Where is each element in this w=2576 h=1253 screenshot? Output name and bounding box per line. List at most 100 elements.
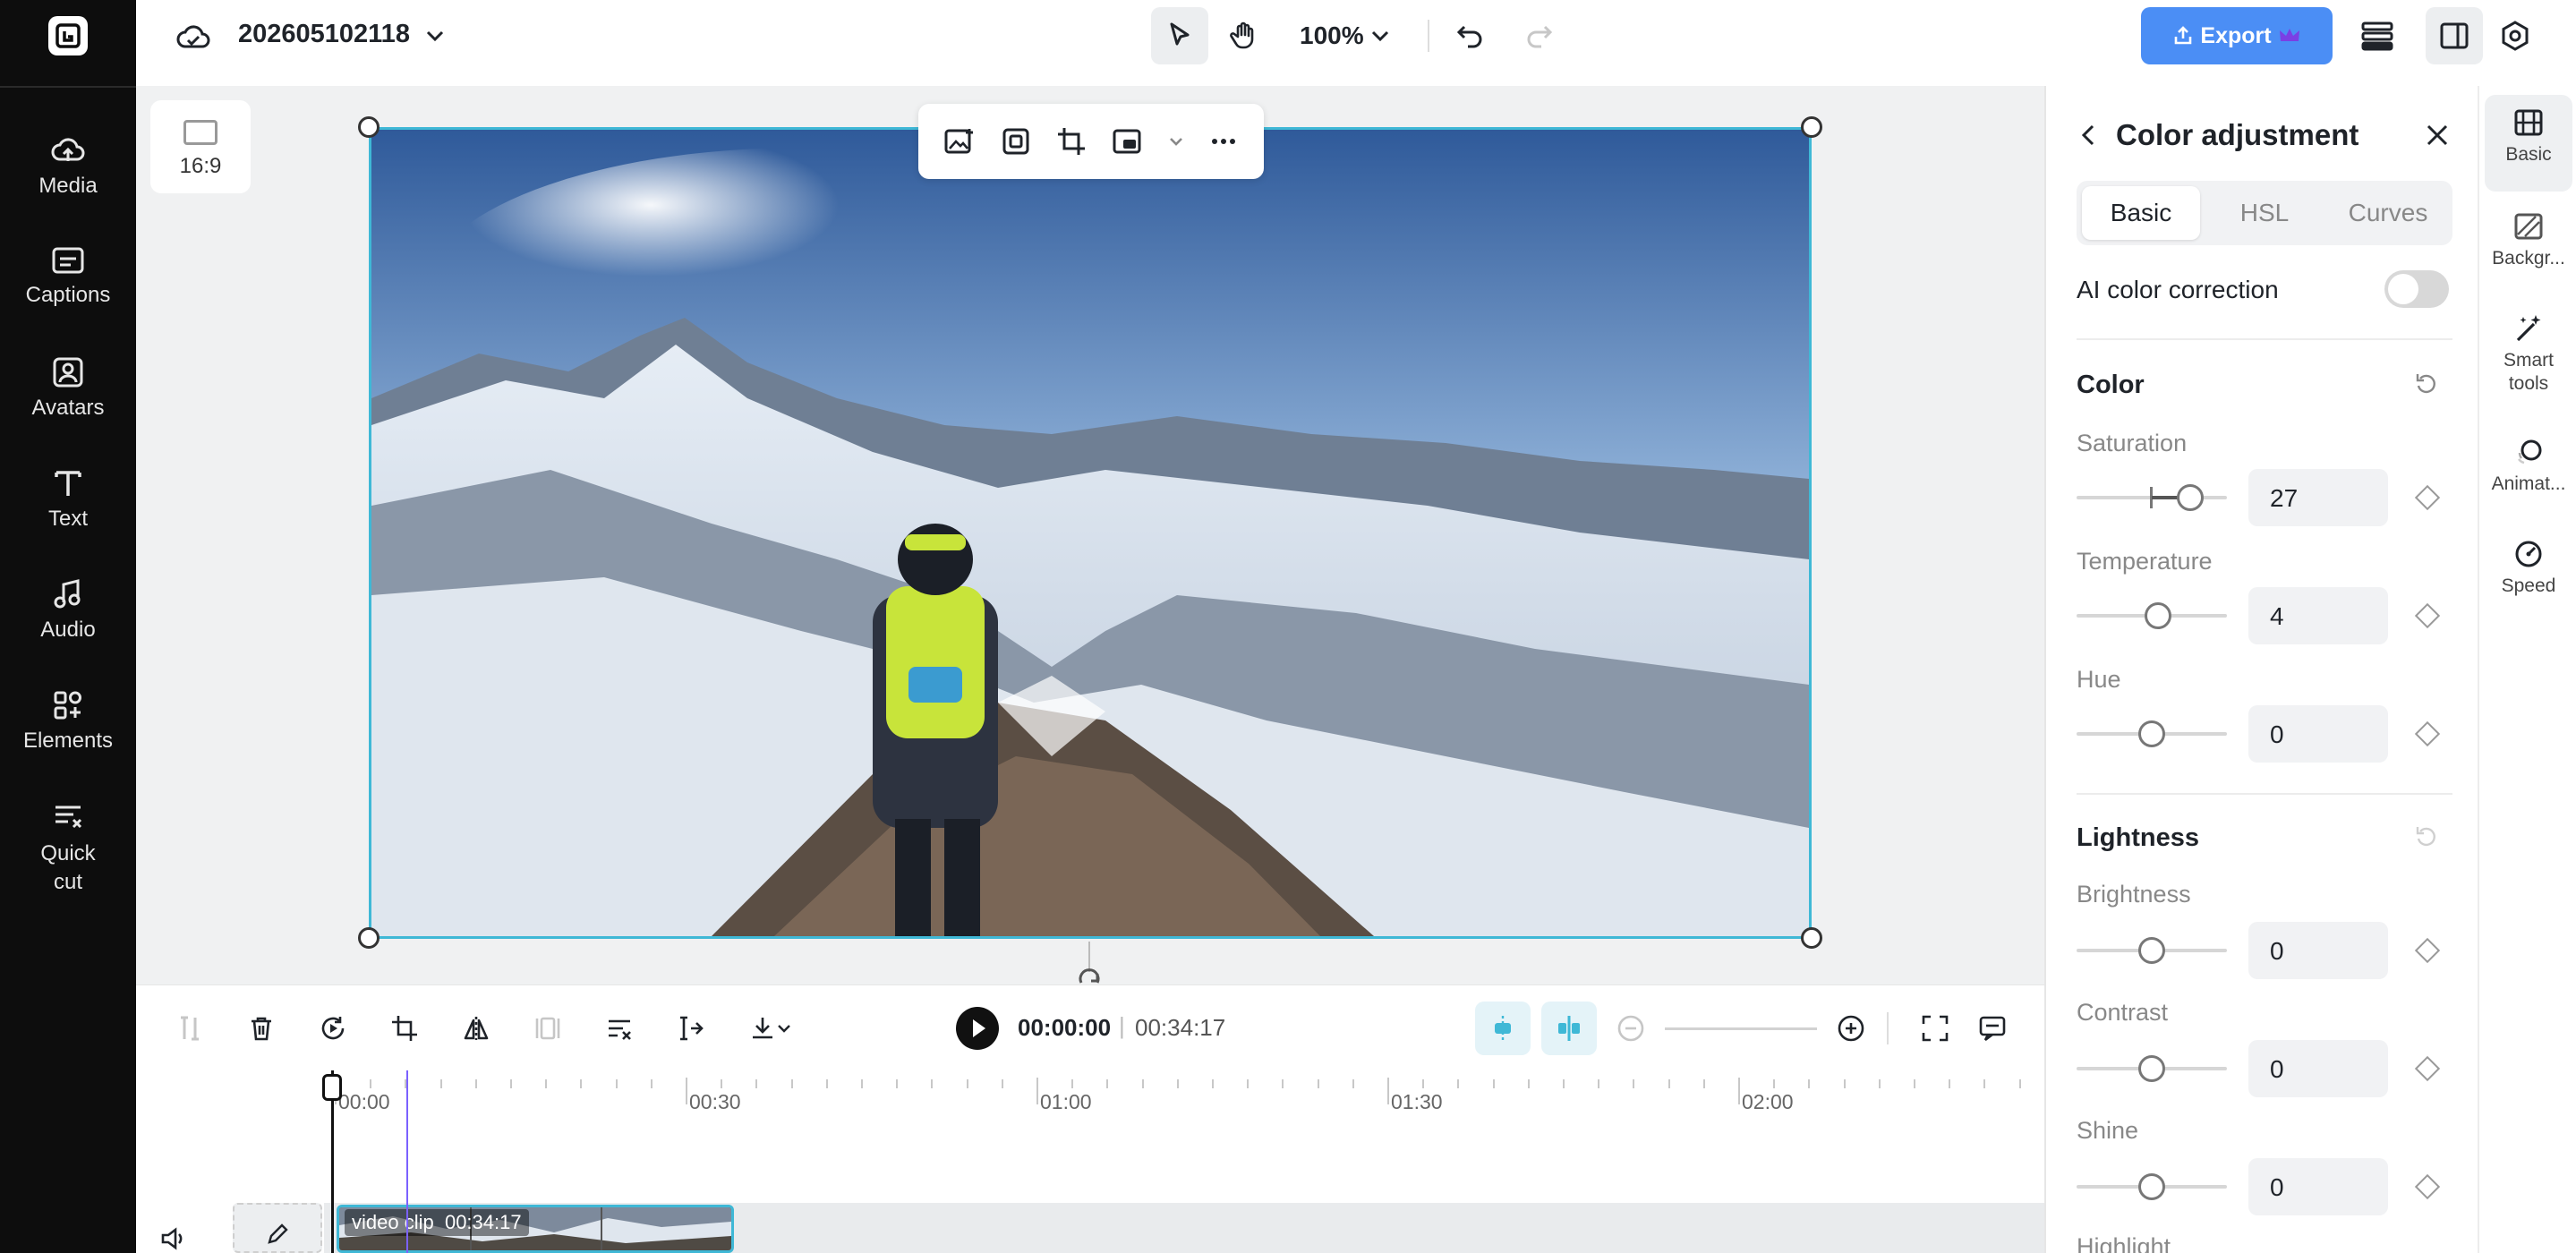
back-arrow-icon[interactable] xyxy=(2077,122,2102,149)
brightness-slider-knob[interactable] xyxy=(2138,937,2165,964)
cloud-save-icon[interactable] xyxy=(175,20,211,52)
split-icon[interactable] xyxy=(170,1009,209,1048)
rail-animation[interactable]: Animat... xyxy=(2485,437,2572,496)
more-options-icon[interactable] xyxy=(1207,125,1240,158)
tab-basic[interactable]: Basic xyxy=(2082,186,2200,240)
select-tool-button[interactable] xyxy=(1151,7,1208,64)
rail-speed[interactable]: Speed xyxy=(2485,539,2572,598)
replace-image-icon[interactable] xyxy=(943,125,977,158)
video-preview[interactable] xyxy=(369,127,1812,939)
tab-hsl[interactable]: HSL xyxy=(2205,186,2324,240)
chevron-down-icon[interactable] xyxy=(1168,134,1184,149)
hand-tool-button[interactable] xyxy=(1215,7,1273,64)
zoom-level[interactable]: 100% xyxy=(1300,21,1364,50)
nav-media[interactable]: Media xyxy=(0,134,136,199)
brightness-input[interactable]: 0 xyxy=(2248,922,2388,979)
resize-handle-top-left[interactable] xyxy=(358,116,380,138)
hue-slider[interactable] xyxy=(2077,720,2227,747)
ruler-tick xyxy=(1492,1079,1495,1088)
temperature-slider[interactable] xyxy=(2077,602,2227,629)
comment-icon[interactable] xyxy=(1973,1009,2012,1048)
download-chevron-icon[interactable] xyxy=(773,1009,795,1048)
hue-slider-knob[interactable] xyxy=(2138,720,2165,747)
zoom-in-icon[interactable] xyxy=(1831,1009,1871,1048)
saturation-slider-knob[interactable] xyxy=(2177,484,2204,511)
redo-icon[interactable] xyxy=(1523,20,1556,52)
shine-slider[interactable] xyxy=(2077,1173,2227,1200)
reset-lightness-icon[interactable] xyxy=(2413,823,2440,850)
app-logo[interactable] xyxy=(48,16,88,55)
pencil-icon xyxy=(268,1223,288,1244)
saturation-input[interactable]: 27 xyxy=(2248,469,2388,526)
play-button[interactable] xyxy=(956,1007,999,1050)
temperature-input[interactable]: 4 xyxy=(2248,587,2388,644)
fullscreen-icon[interactable] xyxy=(1915,1009,1955,1048)
shine-input[interactable]: 0 xyxy=(2248,1158,2388,1215)
quick-cut-icon xyxy=(55,806,82,829)
mute-track-icon[interactable] xyxy=(159,1224,188,1253)
tab-curves[interactable]: Curves xyxy=(2329,186,2447,240)
magnet-snap-toggle[interactable] xyxy=(1475,1002,1531,1055)
nav-captions[interactable]: Captions xyxy=(0,245,136,308)
rail-background[interactable]: Backgr... xyxy=(2485,211,2572,270)
nav-audio[interactable]: Audio xyxy=(0,578,136,643)
resize-handle-bottom-left[interactable] xyxy=(358,927,380,949)
contrast-slider-knob[interactable] xyxy=(2138,1055,2165,1082)
hue-keyframe-icon[interactable] xyxy=(2414,720,2441,747)
saturation-slider[interactable] xyxy=(2077,484,2227,511)
rotate-handle-icon[interactable] xyxy=(1076,967,1103,986)
shine-keyframe-icon[interactable] xyxy=(2414,1173,2441,1200)
aspect-ratio-button[interactable]: 16:9 xyxy=(150,100,251,193)
timeline-ruler[interactable]: 00:00 00:30 01:00 01:30 02:00 xyxy=(136,1070,2044,1115)
undo-icon[interactable] xyxy=(1454,20,1486,52)
saturation-keyframe-icon[interactable] xyxy=(2414,484,2441,511)
trim-icon[interactable] xyxy=(671,1009,711,1048)
settings-icon[interactable] xyxy=(2499,20,2531,52)
shine-slider-knob[interactable] xyxy=(2138,1173,2165,1200)
resize-handle-bottom-right[interactable] xyxy=(1801,927,1822,949)
nav-elements[interactable]: Elements xyxy=(0,689,136,754)
replay-icon[interactable] xyxy=(313,1009,353,1048)
temperature-slider-knob[interactable] xyxy=(2145,602,2171,629)
temperature-keyframe-icon[interactable] xyxy=(2414,602,2441,629)
linkage-toggle[interactable] xyxy=(1541,1002,1597,1055)
cloud-upload-icon xyxy=(51,138,85,161)
ruler-tick xyxy=(1773,1079,1776,1088)
contrast-slider[interactable] xyxy=(2077,1055,2227,1082)
timeline-zoom-slider[interactable] xyxy=(1665,1027,1817,1030)
mirror-icon[interactable] xyxy=(528,1009,567,1048)
resize-handle-top-right[interactable] xyxy=(1801,116,1822,138)
brightness-slider[interactable] xyxy=(2077,937,2227,964)
temperature-label: Temperature xyxy=(2077,548,2213,575)
timeline[interactable]: 00:00 00:30 01:00 01:30 02:00 video clip… xyxy=(136,1070,2044,1253)
nav-avatars[interactable]: Avatars xyxy=(0,356,136,421)
layers-icon[interactable] xyxy=(2359,20,2395,52)
reset-color-icon[interactable] xyxy=(2413,371,2440,397)
cover-edit-button[interactable] xyxy=(233,1203,322,1253)
chevron-down-icon[interactable] xyxy=(424,27,446,45)
resize-icon[interactable] xyxy=(1111,125,1145,158)
playhead-handle[interactable] xyxy=(322,1074,342,1101)
zoom-out-icon[interactable] xyxy=(1611,1009,1651,1048)
crop-icon[interactable] xyxy=(1055,125,1088,158)
brightness-keyframe-icon[interactable] xyxy=(2414,937,2441,964)
rail-basic[interactable]: Basic xyxy=(2485,95,2572,192)
rail-smart-tools[interactable]: Smart tools xyxy=(2485,313,2572,396)
close-icon[interactable] xyxy=(2424,122,2451,149)
project-title[interactable]: 202605102118 xyxy=(238,20,410,49)
video-clip[interactable]: video clip 00:34:17 xyxy=(337,1205,734,1253)
remove-background-icon[interactable] xyxy=(1000,125,1032,158)
zoom-chevron-icon[interactable] xyxy=(1369,27,1391,45)
nav-text[interactable]: Text xyxy=(0,467,136,532)
export-button[interactable]: Export xyxy=(2141,7,2333,64)
ai-color-correction-toggle[interactable] xyxy=(2384,270,2449,308)
nav-quick-cut[interactable]: Quick cut xyxy=(0,800,136,898)
adjust-icon[interactable] xyxy=(600,1009,639,1048)
panel-toggle-button[interactable] xyxy=(2426,7,2483,64)
delete-icon[interactable] xyxy=(242,1009,281,1048)
flip-icon[interactable] xyxy=(456,1009,496,1048)
contrast-input[interactable]: 0 xyxy=(2248,1040,2388,1097)
contrast-keyframe-icon[interactable] xyxy=(2414,1055,2441,1082)
hue-input[interactable]: 0 xyxy=(2248,705,2388,763)
crop-clip-icon[interactable] xyxy=(385,1009,424,1048)
